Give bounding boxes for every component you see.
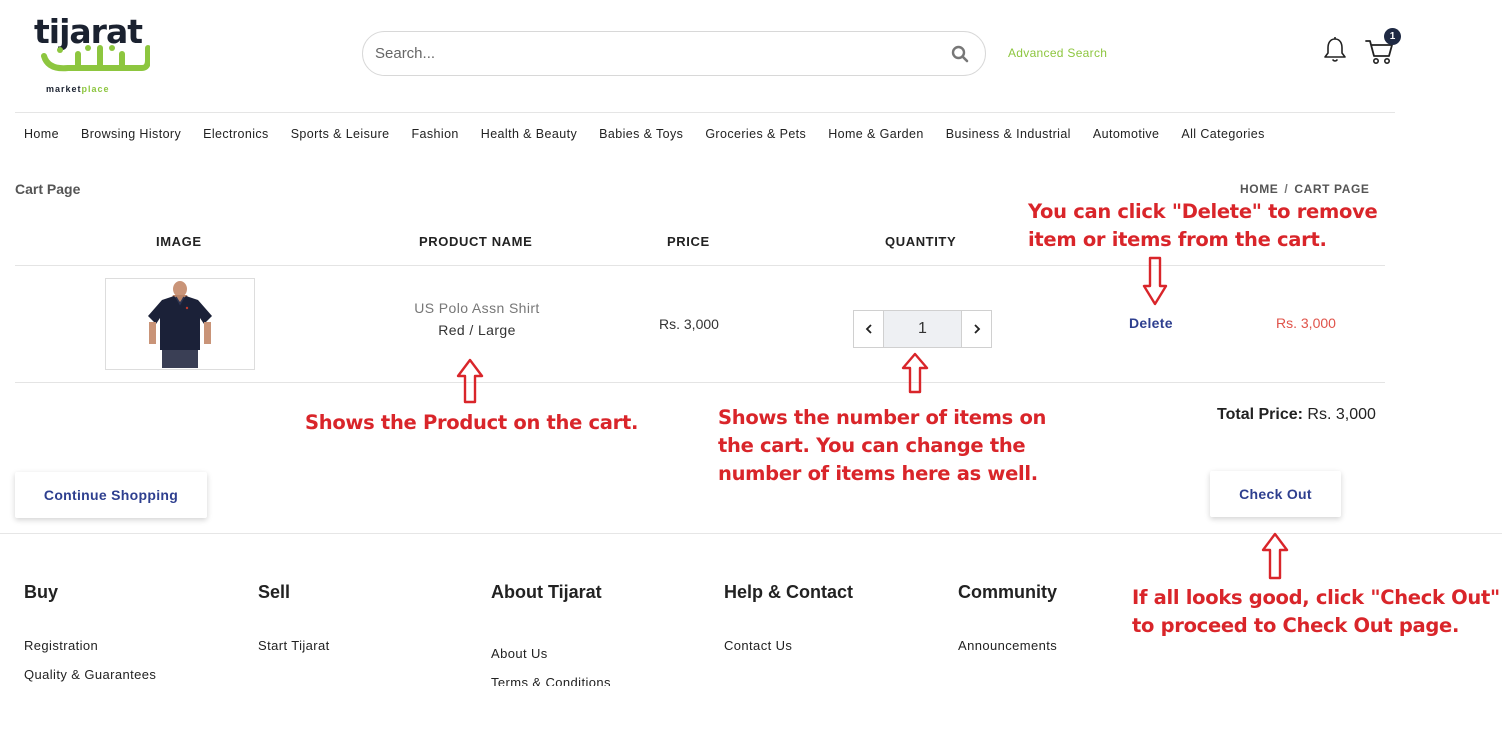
- column-header-product-name: PRODUCT NAME: [419, 234, 533, 249]
- table-divider: [15, 382, 1385, 383]
- header-divider: [15, 112, 1395, 113]
- nav-item-home-garden[interactable]: Home & Garden: [828, 127, 924, 141]
- cart-count-badge: 1: [1384, 28, 1401, 45]
- annotation-delete-note: You can click "Delete" to remove item or…: [1028, 200, 1378, 251]
- bell-icon[interactable]: [1322, 36, 1348, 64]
- quantity-stepper: 1: [853, 310, 992, 348]
- chevron-right-icon: [973, 324, 980, 334]
- logo-arabic-script-icon: [41, 45, 150, 72]
- nav-item-sports-leisure[interactable]: Sports & Leisure: [291, 127, 390, 141]
- footer-heading-community: Community: [958, 582, 1057, 602]
- footer-heading-sell: Sell: [258, 582, 291, 602]
- nav-item-browsing-history[interactable]: Browsing History: [81, 127, 181, 141]
- total-price: Total Price: Rs. 3,000: [1217, 406, 1376, 424]
- breadcrumb-current: CART PAGE: [1294, 182, 1370, 196]
- total-price-label: Total Price:: [1217, 406, 1303, 423]
- quantity-decrease-button[interactable]: [854, 311, 883, 347]
- footer-link-about-us[interactable]: About Us: [491, 646, 548, 661]
- footer-heading-about: About Tijarat: [491, 582, 602, 602]
- nav-item-fashion[interactable]: Fashion: [412, 127, 459, 141]
- search-icon[interactable]: [949, 43, 971, 65]
- breadcrumb-home[interactable]: HOME: [1240, 182, 1278, 196]
- search-input[interactable]: [373, 44, 949, 63]
- breadcrumb-separator: /: [1284, 182, 1289, 196]
- annotation-checkout-note: If all looks good, click "Check Out" to …: [1132, 586, 1500, 637]
- nav-item-electronics[interactable]: Electronics: [203, 127, 269, 141]
- nav-item-home[interactable]: Home: [24, 127, 59, 141]
- product-name-link[interactable]: US Polo Assn Shirt: [377, 300, 577, 316]
- footer-heading-help: Help & Contact: [724, 582, 854, 602]
- checkout-button[interactable]: Check Out: [1210, 471, 1341, 517]
- footer-heading-buy: Buy: [24, 582, 59, 602]
- footer-link-start-tijarat[interactable]: Start Tijarat: [258, 638, 330, 653]
- footer-link-terms[interactable]: Terms & Conditions: [491, 675, 611, 686]
- annotation-quantity-note: Shows the number of items on the cart. Y…: [718, 406, 1047, 485]
- product-variant: Red / Large: [438, 322, 516, 338]
- nav-item-business-industrial[interactable]: Business & Industrial: [946, 127, 1071, 141]
- breadcrumb: HOME / CART PAGE: [1240, 182, 1370, 196]
- footer-link-registration[interactable]: Registration: [24, 638, 98, 653]
- arrow-up-icon: [1261, 532, 1289, 580]
- arrow-up-icon: [901, 352, 929, 394]
- quantity-increase-button[interactable]: [962, 311, 991, 347]
- nav-item-babies-toys[interactable]: Babies & Toys: [599, 127, 683, 141]
- category-nav: Home Browsing History Electronics Sports…: [24, 127, 1287, 141]
- nav-item-groceries-pets[interactable]: Groceries & Pets: [705, 127, 806, 141]
- footer-link-contact-us[interactable]: Contact Us: [724, 638, 792, 653]
- continue-shopping-button[interactable]: Continue Shopping: [15, 472, 207, 518]
- chevron-left-icon: [865, 324, 872, 334]
- delete-item-button[interactable]: Delete: [1129, 315, 1173, 331]
- page-title: Cart Page: [15, 181, 81, 197]
- table-divider: [15, 265, 1385, 266]
- nav-item-automotive[interactable]: Automotive: [1093, 127, 1160, 141]
- footer-link-announcements[interactable]: Announcements: [958, 638, 1057, 653]
- item-subtotal: Rs. 3,000: [1276, 315, 1336, 331]
- nav-item-health-beauty[interactable]: Health & Beauty: [481, 127, 577, 141]
- quantity-value[interactable]: 1: [883, 311, 962, 347]
- product-image[interactable]: [105, 278, 255, 370]
- arrow-down-icon: [1142, 256, 1168, 306]
- search-bar[interactable]: [362, 31, 986, 76]
- column-header-quantity: QUANTITY: [885, 234, 957, 249]
- nav-item-all-categories[interactable]: All Categories: [1181, 127, 1264, 141]
- tijarat-logo[interactable]: tijarat marketplace: [34, 14, 154, 94]
- footer-link-quality-guarantees[interactable]: Quality & Guarantees: [24, 667, 156, 682]
- annotation-product-note: Shows the Product on the cart.: [305, 411, 639, 434]
- advanced-search-link[interactable]: Advanced Search: [1008, 46, 1107, 60]
- unit-price: Rs. 3,000: [659, 316, 719, 332]
- arrow-up-icon: [456, 358, 484, 404]
- column-header-image: IMAGE: [156, 234, 202, 249]
- logo-subtitle: marketplace: [46, 84, 110, 94]
- total-price-value: Rs. 3,000: [1307, 406, 1376, 423]
- shirt-photo-icon: [148, 281, 212, 368]
- column-header-price: PRICE: [667, 234, 710, 249]
